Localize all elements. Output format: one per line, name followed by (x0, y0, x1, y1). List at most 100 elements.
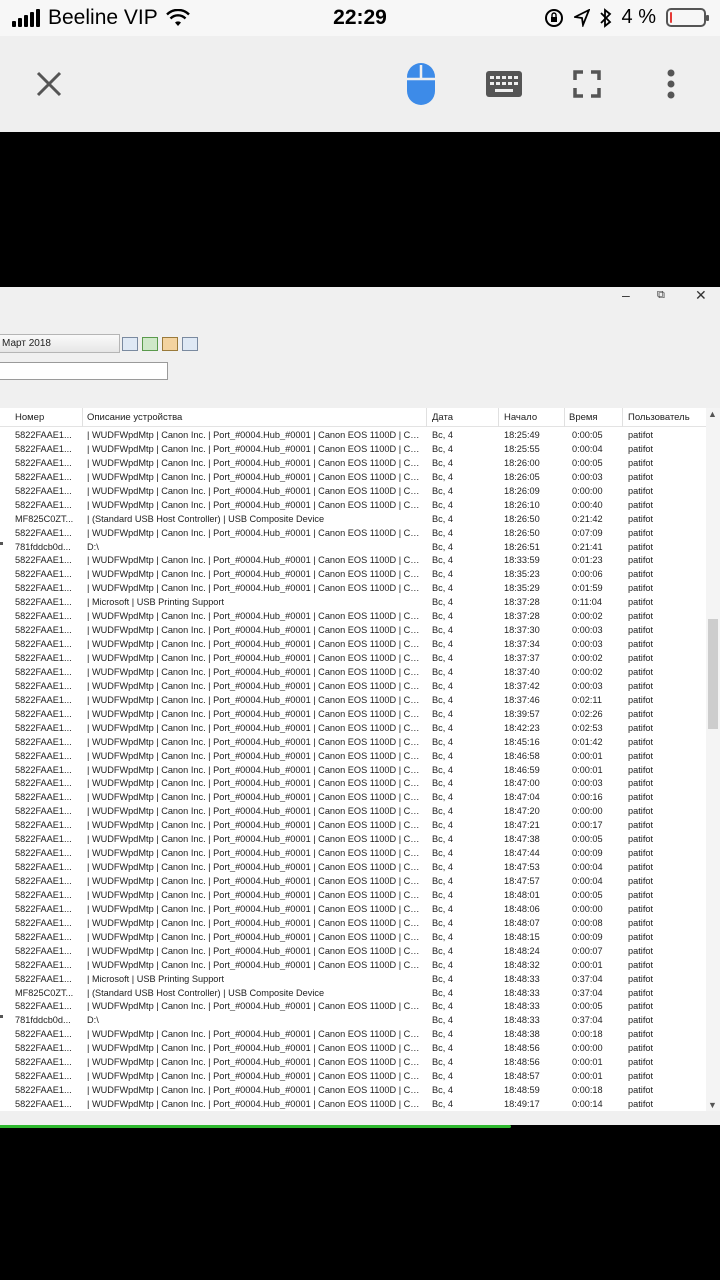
fullscreen-button[interactable] (572, 60, 602, 108)
cell-number: 5822FAAE1... (15, 457, 72, 468)
scroll-up-arrow-icon[interactable]: ▲ (708, 409, 717, 419)
column-header-number[interactable]: Номер (15, 412, 44, 423)
table-row[interactable]: 5822FAAE1... | WUDFWpdMtp | Canon Inc. | … (0, 680, 706, 694)
table-row[interactable]: 5822FAAE1... | WUDFWpdMtp | Canon Inc. | … (0, 945, 706, 959)
table-row[interactable]: 5822FAAE1... | Microsoft | USB Printing S… (0, 596, 706, 610)
cell-number: 5822FAAE1... (15, 694, 72, 705)
table-row[interactable]: 5822FAAE1... | WUDFWpdMtp | Canon Inc. | … (0, 777, 706, 791)
table-row[interactable]: 5822FAAE1... | WUDFWpdMtp | Canon Inc. | … (0, 499, 706, 513)
table-icon[interactable] (142, 336, 158, 351)
table-row[interactable]: 5822FAAE1... | WUDFWpdMtp | Canon Inc. | … (0, 819, 706, 833)
table-row[interactable]: 5822FAAE1... | WUDFWpdMtp | Canon Inc. | … (0, 471, 706, 485)
table-row[interactable]: 781fddcb0d... D:\ Вс, 4 18:26:51 0:21:41 pati… (0, 541, 706, 555)
table-row[interactable]: 5822FAAE1... | WUDFWpdMtp | Canon Inc. | … (0, 652, 706, 666)
table-row[interactable]: 5822FAAE1... | WUDFWpdMtp | Canon Inc. | … (0, 1098, 706, 1111)
table-row[interactable]: MF825C0ZT... | (Standard USB Host Control… (0, 513, 706, 527)
cell-date: Вс, 4 (432, 457, 453, 468)
table-row[interactable]: 5822FAAE1... | WUDFWpdMtp | Canon Inc. | … (0, 582, 706, 596)
window-close-button[interactable]: ✕ (695, 287, 707, 305)
table-row[interactable]: MF825C0ZT... | (Standard USB Host Control… (0, 987, 706, 1001)
cell-date: Вс, 4 (432, 527, 453, 538)
keyboard-button[interactable] (484, 60, 524, 108)
close-button[interactable] (30, 60, 68, 108)
cell-number: 5822FAAE1... (15, 917, 72, 928)
table-row[interactable]: 5822FAAE1... | WUDFWpdMtp | Canon Inc. | … (0, 485, 706, 499)
table-row[interactable]: 5822FAAE1... | WUDFWpdMtp | Canon Inc. | … (0, 638, 706, 652)
report-icon[interactable] (182, 336, 198, 351)
table-row[interactable]: 5822FAAE1... | WUDFWpdMtp | Canon Inc. | … (0, 722, 706, 736)
filter-input[interactable] (0, 362, 168, 380)
mouse-button[interactable] (402, 60, 440, 108)
table-row[interactable]: 5822FAAE1... | WUDFWpdMtp | Canon Inc. | … (0, 791, 706, 805)
column-header-description[interactable]: Описание устройства (87, 412, 182, 423)
table-row[interactable]: 5822FAAE1... | WUDFWpdMtp | Canon Inc. | … (0, 554, 706, 568)
date-picker[interactable]: Март 2018 (0, 334, 120, 353)
table-row[interactable]: 5822FAAE1... | WUDFWpdMtp | Canon Inc. | … (0, 1028, 706, 1042)
table-row[interactable]: 5822FAAE1... | WUDFWpdMtp | Canon Inc. | … (0, 708, 706, 722)
cell-description: | WUDFWpdMtp | Canon Inc. | Port_#0004.H… (87, 764, 423, 775)
table-row[interactable]: 5822FAAE1... | WUDFWpdMtp | Canon Inc. | … (0, 1070, 706, 1084)
more-button[interactable] (660, 60, 682, 108)
column-header-date[interactable]: Дата (432, 412, 453, 423)
table-row[interactable]: 5822FAAE1... | WUDFWpdMtp | Canon Inc. | … (0, 736, 706, 750)
cell-duration: 0:00:00 (572, 806, 603, 817)
cell-date: Вс, 4 (432, 471, 453, 482)
cell-date: Вс, 4 (432, 903, 453, 914)
cell-description: | WUDFWpdMtp | Canon Inc. | Port_#0004.H… (87, 471, 423, 482)
table-row[interactable]: 5822FAAE1... | WUDFWpdMtp | Canon Inc. | … (0, 931, 706, 945)
table-row[interactable]: 5822FAAE1... | WUDFWpdMtp | Canon Inc. | … (0, 1056, 706, 1070)
cell-user: patifot (628, 736, 654, 747)
table-row[interactable]: 5822FAAE1... | Microsoft | USB Printing S… (0, 973, 706, 987)
table-row[interactable]: 5822FAAE1... | WUDFWpdMtp | Canon Inc. | … (0, 805, 706, 819)
cell-date: Вс, 4 (432, 1099, 453, 1109)
table-row[interactable]: 5822FAAE1... | WUDFWpdMtp | Canon Inc. | … (0, 568, 706, 582)
table-row[interactable]: 5822FAAE1... | WUDFWpdMtp | Canon Inc. | … (0, 694, 706, 708)
cell-start: 18:48:59 (504, 1085, 540, 1096)
table-row[interactable]: 5822FAAE1... | WUDFWpdMtp | Canon Inc. | … (0, 917, 706, 931)
calendar-icon[interactable] (122, 336, 138, 351)
table-row[interactable]: 5822FAAE1... | WUDFWpdMtp | Canon Inc. | … (0, 903, 706, 917)
table-row[interactable]: 5822FAAE1... | WUDFWpdMtp | Canon Inc. | … (0, 1084, 706, 1098)
cell-date: Вс, 4 (432, 750, 453, 761)
table-row[interactable]: 5822FAAE1... | WUDFWpdMtp | Canon Inc. | … (0, 429, 706, 443)
table-row[interactable]: 5822FAAE1... | WUDFWpdMtp | Canon Inc. | … (0, 750, 706, 764)
table-row[interactable]: 5822FAAE1... | WUDFWpdMtp | Canon Inc. | … (0, 875, 706, 889)
cell-start: 18:26:00 (504, 457, 540, 468)
table-row[interactable]: 5822FAAE1... | WUDFWpdMtp | Canon Inc. | … (0, 624, 706, 638)
scroll-down-arrow-icon[interactable]: ▼ (708, 1100, 717, 1110)
remote-screen[interactable]: – ⧉ ✕ Март 2018 Номер Описание устройств… (0, 287, 720, 1125)
table-row[interactable]: 5822FAAE1... | WUDFWpdMtp | Canon Inc. | … (0, 959, 706, 973)
vertical-scrollbar[interactable]: ▲ ▼ (706, 408, 720, 1111)
table-row[interactable]: 5822FAAE1... | WUDFWpdMtp | Canon Inc. | … (0, 861, 706, 875)
table-row[interactable]: 5822FAAE1... | WUDFWpdMtp | Canon Inc. | … (0, 1042, 706, 1056)
table-row[interactable]: 5822FAAE1... | WUDFWpdMtp | Canon Inc. | … (0, 764, 706, 778)
restore-button[interactable]: ⧉ (657, 289, 665, 307)
cell-date: Вс, 4 (432, 680, 453, 691)
table-row[interactable]: 5822FAAE1... | WUDFWpdMtp | Canon Inc. | … (0, 847, 706, 861)
cell-date: Вс, 4 (432, 722, 453, 733)
minimize-button[interactable]: – (622, 287, 630, 305)
column-header-start[interactable]: Начало (504, 412, 537, 423)
bar-chart-icon[interactable] (162, 336, 178, 351)
cell-user: patifot (628, 848, 654, 859)
cell-duration: 0:00:05 (572, 1001, 603, 1012)
table-row[interactable]: 5822FAAE1... | WUDFWpdMtp | Canon Inc. | … (0, 833, 706, 847)
table-row[interactable]: 5822FAAE1... | WUDFWpdMtp | Canon Inc. | … (0, 527, 706, 541)
table-row[interactable]: 5822FAAE1... | WUDFWpdMtp | Canon Inc. | … (0, 443, 706, 457)
table-row[interactable]: 781fddcb0d... D:\ Вс, 4 18:48:33 0:37:04 pati… (0, 1014, 706, 1028)
location-icon (573, 8, 590, 27)
cell-description: | (Standard USB Host Controller) | USB C… (87, 513, 325, 524)
scrollbar-thumb[interactable] (708, 619, 718, 729)
cell-duration: 0:00:05 (572, 889, 603, 900)
table-row[interactable]: 5822FAAE1... | WUDFWpdMtp | Canon Inc. | … (0, 1000, 706, 1014)
cell-number: 5822FAAE1... (15, 471, 72, 482)
column-header-duration[interactable]: Время (569, 412, 598, 423)
cell-duration: 0:00:06 (572, 569, 603, 580)
cell-description: | WUDFWpdMtp | Canon Inc. | Port_#0004.H… (87, 499, 423, 510)
cell-duration: 0:00:07 (572, 945, 603, 956)
table-row[interactable]: 5822FAAE1... | WUDFWpdMtp | Canon Inc. | … (0, 666, 706, 680)
column-header-user[interactable]: Пользователь (628, 412, 690, 423)
table-row[interactable]: 5822FAAE1... | WUDFWpdMtp | Canon Inc. | … (0, 889, 706, 903)
table-row[interactable]: 5822FAAE1... | WUDFWpdMtp | Canon Inc. | … (0, 610, 706, 624)
table-row[interactable]: 5822FAAE1... | WUDFWpdMtp | Canon Inc. | … (0, 457, 706, 471)
